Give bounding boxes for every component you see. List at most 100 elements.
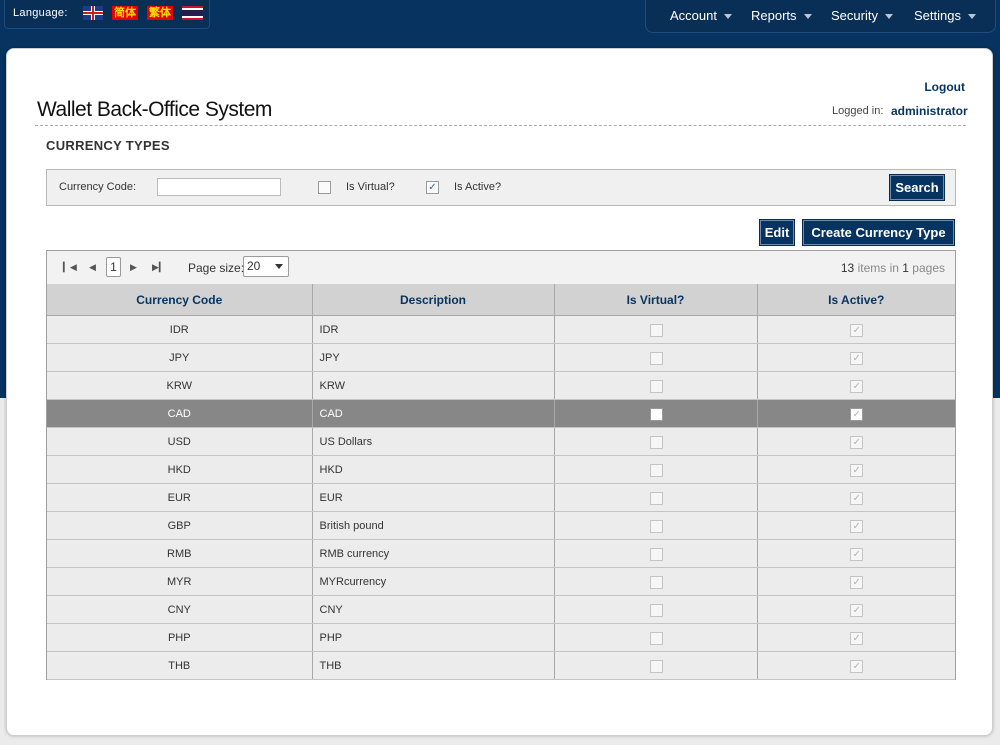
total-items: 13: [840, 261, 855, 275]
row-is-active-checkbox: ✓: [850, 407, 864, 421]
page-title: CURRENCY TYPES: [46, 138, 170, 153]
currency-code-cell: HKD: [47, 455, 313, 484]
table-row[interactable]: JPY JPY ✓: [47, 343, 955, 372]
row-is-active-checkbox: ✓: [850, 379, 864, 393]
is-virtual-cell: [554, 483, 758, 512]
table-row[interactable]: GBP British pound ✓: [47, 511, 955, 540]
is-virtual-cell: [554, 623, 758, 652]
row-is-virtual-checkbox: [649, 379, 663, 393]
traditional-chinese-flag-icon[interactable]: 繁体: [147, 6, 173, 20]
description-cell: CNY: [312, 595, 555, 624]
search-button[interactable]: Search: [890, 175, 944, 200]
description-cell: RMB currency: [312, 539, 555, 568]
logged-in-user[interactable]: administrator: [891, 104, 968, 118]
is-active-cell: ✓: [757, 539, 955, 568]
column-header-currency-code[interactable]: Currency Code: [47, 284, 313, 316]
column-header-description[interactable]: Description: [312, 284, 555, 316]
description-cell: JPY: [312, 343, 555, 372]
table-row[interactable]: MYR MYRcurrency ✓: [47, 567, 955, 596]
table-row[interactable]: KRW KRW ✓: [47, 371, 955, 400]
is-active-cell: ✓: [757, 455, 955, 484]
row-is-virtual-checkbox: [649, 575, 663, 589]
english-flag-icon[interactable]: [83, 6, 103, 20]
row-is-virtual-checkbox: [649, 435, 663, 449]
app-title: Wallet Back-Office System: [37, 98, 272, 121]
row-is-active-checkbox: ✓: [850, 435, 864, 449]
currency-code-cell: CNY: [47, 595, 313, 624]
is-active-cell: ✓: [757, 483, 955, 512]
column-header-is-virtual[interactable]: Is Virtual?: [554, 284, 758, 316]
chevron-down-icon: [967, 14, 976, 20]
chevron-down-icon: [884, 14, 893, 20]
row-is-active-checkbox: ✓: [850, 519, 864, 533]
row-is-virtual-checkbox: [649, 463, 663, 477]
is-virtual-cell: [554, 595, 758, 624]
last-page-icon[interactable]: ▶▎: [152, 262, 166, 273]
description-cell: PHP: [312, 623, 555, 652]
currency-code-input[interactable]: [157, 178, 281, 196]
current-page-button[interactable]: 1: [106, 257, 121, 277]
menu-account[interactable]: Account: [670, 8, 732, 23]
table-row[interactable]: IDR IDR ✓: [47, 315, 955, 344]
table-row[interactable]: CNY CNY ✓: [47, 595, 955, 624]
description-cell: IDR: [312, 315, 555, 344]
menu-settings-label: Settings: [914, 8, 961, 23]
page-size-value: 20: [247, 259, 261, 273]
menu-settings[interactable]: Settings: [914, 8, 976, 23]
pages-text: pages: [912, 261, 945, 275]
table-row[interactable]: HKD HKD ✓: [47, 455, 955, 484]
table-row[interactable]: EUR EUR ✓: [47, 483, 955, 512]
menu-security[interactable]: Security: [831, 8, 893, 23]
currency-code-cell: IDR: [47, 315, 313, 344]
is-virtual-label: Is Virtual?: [346, 181, 395, 193]
language-bar: Language: 简体 繁体: [4, 0, 210, 29]
previous-page-icon[interactable]: ◀: [89, 262, 96, 273]
currency-code-cell: GBP: [47, 511, 313, 540]
chevron-down-icon: [803, 14, 812, 20]
filter-bar: Currency Code: Is Virtual? ✓ Is Active? …: [46, 169, 956, 206]
menu-reports[interactable]: Reports: [751, 8, 812, 23]
row-is-active-checkbox: ✓: [850, 631, 864, 645]
row-is-active-checkbox: ✓: [850, 351, 864, 365]
table-row[interactable]: RMB RMB currency ✓: [47, 539, 955, 568]
row-is-virtual-checkbox: [649, 547, 663, 561]
description-cell: EUR: [312, 483, 555, 512]
currency-code-cell: KRW: [47, 371, 313, 400]
menu-reports-label: Reports: [751, 8, 797, 23]
row-is-virtual-checkbox: [649, 519, 663, 533]
table-row[interactable]: THB THB ✓: [47, 651, 955, 680]
simplified-chinese-flag-icon[interactable]: 简体: [112, 6, 138, 20]
currency-code-cell: RMB: [47, 539, 313, 568]
next-page-icon[interactable]: ▶: [130, 262, 137, 273]
logout-link[interactable]: Logout: [924, 80, 965, 94]
edit-button[interactable]: Edit: [760, 220, 794, 245]
is-virtual-cell: [554, 427, 758, 456]
row-is-active-checkbox: ✓: [850, 463, 864, 477]
row-is-virtual-checkbox: [649, 603, 663, 617]
is-active-checkbox[interactable]: ✓: [426, 181, 439, 194]
is-virtual-cell: [554, 315, 758, 344]
pager: ▎◀ ◀ 1 ▶ ▶▎ Page size: 20 13 items in 1 …: [47, 251, 955, 285]
thai-flag-icon[interactable]: [182, 6, 203, 20]
is-active-label: Is Active?: [454, 181, 502, 193]
table-row[interactable]: USD US Dollars ✓: [47, 427, 955, 456]
is-active-cell: ✓: [757, 343, 955, 372]
row-is-virtual-checkbox: [649, 351, 663, 365]
menu-security-label: Security: [831, 8, 878, 23]
is-active-cell: ✓: [757, 651, 955, 680]
currency-table: Currency Code Description Is Virtual? Is…: [47, 284, 955, 680]
first-page-icon[interactable]: ▎◀: [63, 262, 77, 273]
is-virtual-checkbox[interactable]: [318, 181, 331, 194]
description-cell: British pound: [312, 511, 555, 540]
is-virtual-cell: [554, 539, 758, 568]
table-row[interactable]: CAD CAD ✓: [47, 399, 955, 428]
description-cell: HKD: [312, 455, 555, 484]
is-active-cell: ✓: [757, 623, 955, 652]
create-currency-type-button[interactable]: Create Currency Type: [803, 220, 954, 245]
table-row[interactable]: PHP PHP ✓: [47, 623, 955, 652]
row-is-active-checkbox: ✓: [850, 491, 864, 505]
currency-code-cell: PHP: [47, 623, 313, 652]
row-is-virtual-checkbox: [649, 407, 663, 421]
column-header-is-active[interactable]: Is Active?: [757, 284, 955, 316]
page-size-select[interactable]: 20: [243, 256, 289, 277]
